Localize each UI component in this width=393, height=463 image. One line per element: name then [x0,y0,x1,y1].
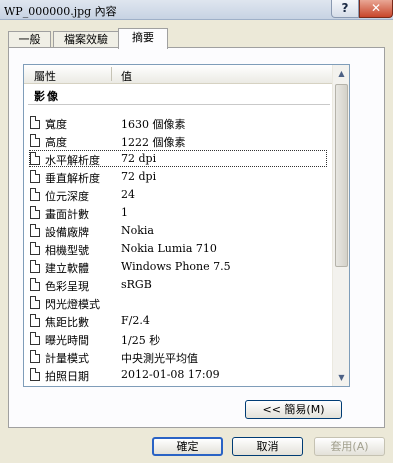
property-value: 72 dpi [121,152,157,165]
summary-panel: 屬性 值 影像 寬度 1630 個像素 高度 1222 個像素 水平解析度 72… [8,47,385,428]
document-icon [30,134,40,147]
list-item[interactable]: 拍照日期 2012-01-08 17:09 [24,366,332,383]
tab-file-hashes[interactable]: 檔案效驗 [53,31,119,48]
document-icon [30,332,40,345]
document-icon [30,206,40,219]
property-name: 垂直解析度 [45,172,100,185]
scroll-down-arrow-icon[interactable]: ▼ [333,369,349,386]
property-name: 寬度 [45,118,67,131]
property-value: 72 dpi [121,170,157,183]
scroll-up-arrow-icon[interactable]: ▲ [333,65,349,82]
document-icon [30,260,40,273]
properties-dialog: WP_000000.jpg 內容 ? ✕ 一般 檔案效驗 摘要 屬性 值 影像 … [0,0,393,463]
list-item[interactable]: 相機型號 Nokia Lumia 710 [24,240,332,257]
cancel-button[interactable]: 取消 [232,437,303,456]
section-image-heading: 影像 [34,90,60,103]
property-value: 2012-01-08 17:09 [121,368,220,381]
list-item[interactable]: 計量模式 中央測光平均值 [24,348,332,365]
list-item[interactable]: 建立軟體 Windows Phone 7.5 [24,258,332,275]
property-name: 計量模式 [45,352,89,365]
property-value: 1 [121,206,128,219]
window-title: WP_000000.jpg 內容 [4,5,117,18]
property-name: 閃光燈模式 [45,298,100,311]
tab-summary[interactable]: 摘要 [118,28,168,49]
document-icon [30,116,40,129]
column-header-property[interactable]: 屬性 [34,68,56,84]
document-icon [30,368,40,381]
list-item[interactable]: 垂直解析度 72 dpi [24,168,332,185]
simple-view-button[interactable]: << 簡易(M) [245,400,342,419]
property-value: 1630 個像素 [121,118,186,131]
list-item[interactable]: 閃光燈模式 [24,294,332,311]
property-value: sRGB [121,278,152,291]
document-icon [30,296,40,309]
property-name: 色彩呈現 [45,280,89,293]
document-icon [30,188,40,201]
property-name: 相機型號 [45,244,89,257]
property-value: Nokia Lumia 710 [121,242,217,255]
property-value: 1222 個像素 [121,136,186,149]
property-name: 位元深度 [45,190,89,203]
list-item[interactable]: 焦距比數 F/2.4 [24,312,332,329]
document-icon [30,152,40,165]
close-button[interactable]: ✕ [359,0,393,18]
property-name: 水平解析度 [45,154,100,167]
list-item[interactable]: 畫面計數 1 [24,204,332,221]
title-bar[interactable]: WP_000000.jpg 內容 ? ✕ [0,0,393,20]
list-item[interactable]: 高度 1222 個像素 [24,132,332,149]
property-value: 1/25 秒 [121,334,161,347]
tab-general[interactable]: 一般 [8,31,51,48]
document-icon [30,170,40,183]
section-divider [28,104,330,105]
property-name: 設備廠牌 [45,226,89,239]
property-name: 焦距比數 [45,316,89,329]
scroll-thumb[interactable] [335,84,348,267]
property-name: 拍照日期 [45,370,89,383]
document-icon [30,278,40,291]
ok-button[interactable]: 確定 [152,437,223,456]
property-value: Nokia [121,224,154,237]
document-icon [30,242,40,255]
list-item-focused[interactable]: 水平解析度 72 dpi [29,150,327,167]
vertical-scrollbar[interactable]: ▲ ▼ [332,65,349,386]
property-value: 中央測光平均值 [121,352,198,365]
property-list[interactable]: 屬性 值 影像 寬度 1630 個像素 高度 1222 個像素 水平解析度 72… [23,64,350,387]
property-value: 24 [121,188,135,201]
list-item[interactable]: 色彩呈現 sRGB [24,276,332,293]
list-item[interactable]: 寬度 1630 個像素 [24,114,332,131]
property-name: 畫面計數 [45,208,89,221]
list-item[interactable]: 設備廠牌 Nokia [24,222,332,239]
document-icon [30,314,40,327]
column-header: 屬性 值 [24,65,332,84]
document-icon [30,224,40,237]
property-name: 高度 [45,136,67,149]
property-name: 曝光時間 [45,334,89,347]
property-value: F/2.4 [121,314,150,327]
list-item[interactable]: 曝光時間 1/25 秒 [24,330,332,347]
list-item[interactable]: 位元深度 24 [24,186,332,203]
column-divider[interactable] [111,67,112,81]
property-name: 建立軟體 [45,262,89,275]
property-value: Windows Phone 7.5 [121,260,231,273]
apply-button[interactable]: 套用(A) [314,437,385,456]
document-icon [30,350,40,363]
column-header-value[interactable]: 值 [121,68,132,84]
tab-strip: 一般 檔案效驗 摘要 [8,28,388,49]
help-button[interactable]: ? [331,0,359,18]
